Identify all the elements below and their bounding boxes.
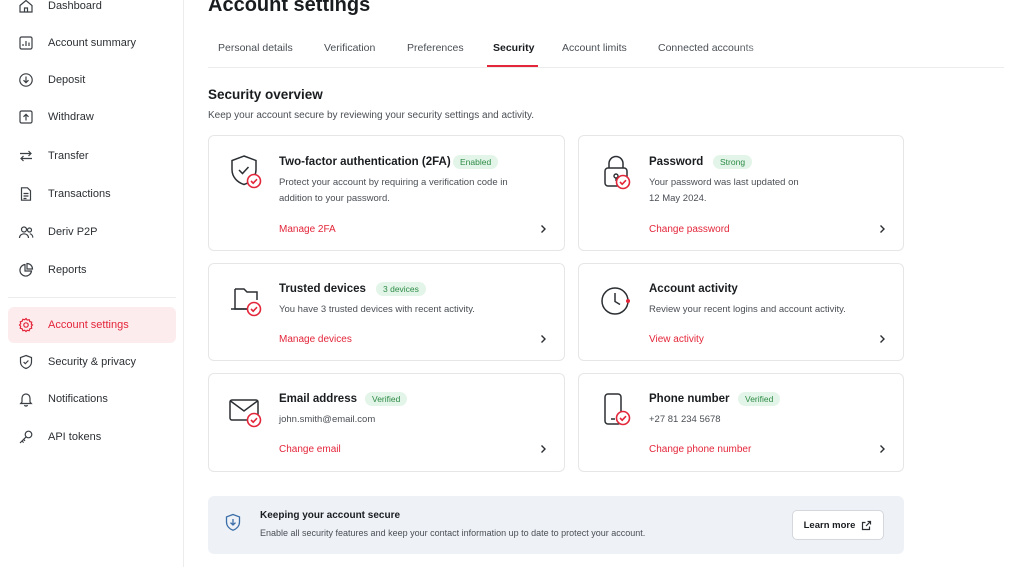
tab-verification[interactable]: Verification <box>324 42 375 54</box>
phone-value: +27 81 234 5678 <box>649 414 721 425</box>
sidebar-item-account-settings[interactable]: Account settings <box>8 307 176 343</box>
change-phone-link[interactable]: Change phone number <box>649 444 751 455</box>
sidebar-item-label: Deposit <box>48 74 86 86</box>
sidebar-item-deriv-p2p[interactable]: Deriv P2P <box>8 214 176 250</box>
manage-devices-link[interactable]: Manage devices <box>279 334 352 345</box>
card-two-factor[interactable]: Two-factor authentication (2FA) Enabled … <box>208 135 565 251</box>
chevron-right-icon[interactable] <box>538 224 548 234</box>
sidebar-item-label: Transactions <box>48 188 111 200</box>
external-link-icon <box>862 520 872 530</box>
sidebar-item-notifications[interactable]: Notifications <box>8 381 176 417</box>
tab-bar: Personal details Verification Preference… <box>208 32 1004 68</box>
page-title: Account settings <box>208 0 371 16</box>
sidebar-item-label: Deriv P2P <box>48 226 98 238</box>
sidebar-item-label: Withdraw <box>48 111 94 123</box>
manage-2fa-link[interactable]: Manage 2FA <box>279 224 336 235</box>
chevron-right-icon[interactable] <box>538 334 548 344</box>
banner-description: Enable all security features and keep yo… <box>260 528 646 538</box>
sidebar-item-transactions[interactable]: Transactions <box>8 176 176 212</box>
status-badge: Enabled <box>453 155 499 169</box>
sidebar-item-security-privacy[interactable]: Security & privacy <box>8 344 176 380</box>
card-title: Password <box>649 156 704 168</box>
gear-icon <box>18 317 34 333</box>
security-tip-banner: Keeping your account secure Enable all s… <box>208 496 904 554</box>
transfer-icon <box>20 150 32 162</box>
banner-title: Keeping your account secure <box>260 510 401 521</box>
sidebar-item-account-summary[interactable]: Account summary <box>8 25 176 61</box>
card-trusted-devices[interactable]: Trusted devices 3 devices You have 3 tru… <box>208 263 565 361</box>
sidebar-item-reports[interactable]: Reports <box>8 252 176 288</box>
change-password-link[interactable]: Change password <box>649 224 730 235</box>
verified-badge: Verified <box>365 392 408 406</box>
password-updated-text: Your password was last updated on <box>649 177 799 188</box>
home-icon <box>19 0 33 13</box>
card-phone-number[interactable]: Phone number Verified +27 81 234 5678 Ch… <box>578 373 904 472</box>
card-description: Your password was last updated on 12 May … <box>649 175 909 207</box>
tab-overflow-fade <box>738 32 798 66</box>
card-title: Trusted devices <box>279 283 366 295</box>
card-description: Review your recent logins and account ac… <box>649 304 846 315</box>
chart-icon <box>19 36 33 50</box>
sidebar-item-label: Dashboard <box>48 0 102 12</box>
phone-icon <box>604 393 631 426</box>
tab-personal-details[interactable]: Personal details <box>218 42 293 54</box>
sidebar-item-label: Account settings <box>48 319 129 331</box>
withdraw-icon <box>19 110 33 124</box>
device-count-badge: 3 devices <box>376 282 426 296</box>
chevron-right-icon[interactable] <box>877 444 887 454</box>
shield-download-icon <box>225 513 241 531</box>
clock-icon <box>601 287 630 315</box>
card-title: Phone number <box>649 393 730 405</box>
card-title: Two-factor authentication (2FA) <box>279 156 451 168</box>
view-activity-link[interactable]: View activity <box>649 334 704 345</box>
sidebar-item-label: Notifications <box>48 393 108 405</box>
key-icon <box>19 430 33 444</box>
chevron-right-icon[interactable] <box>538 444 548 454</box>
shield-icon <box>19 354 33 370</box>
shield-check-icon <box>231 155 262 189</box>
section-subtitle: Keep your account secure by reviewing yo… <box>208 110 535 121</box>
document-icon <box>20 187 32 201</box>
card-description: You have 3 trusted devices with recent a… <box>279 304 475 315</box>
pie-chart-icon <box>19 262 34 277</box>
email-value: john.smith@email.com <box>279 414 376 425</box>
padlock-icon <box>604 155 631 190</box>
sidebar-item-label: Security & privacy <box>48 356 137 368</box>
chevron-right-icon[interactable] <box>877 334 887 344</box>
sidebar-item-label: API tokens <box>48 431 102 443</box>
deposit-icon <box>19 73 33 87</box>
card-title: Email address <box>279 393 357 405</box>
users-icon <box>18 226 34 239</box>
devices-icon <box>231 288 262 317</box>
sidebar-divider <box>8 297 176 298</box>
sidebar-item-transfer[interactable]: Transfer <box>8 138 176 174</box>
envelope-icon <box>229 399 262 428</box>
card-password[interactable]: Password Strong Your password was last u… <box>578 135 904 251</box>
sidebar-item-dashboard[interactable]: Dashboard <box>8 0 176 24</box>
learn-more-label: Learn more <box>803 519 856 531</box>
sidebar-item-api-tokens[interactable]: API tokens <box>8 419 176 455</box>
change-email-link[interactable]: Change email <box>279 444 341 455</box>
sidebar: Dashboard Account summary Deposit Withdr… <box>0 0 184 567</box>
tab-account-limits[interactable]: Account limits <box>562 42 627 54</box>
password-updated-date: 12 May 2024. <box>649 193 707 204</box>
status-badge: Strong <box>713 155 753 169</box>
tab-preferences[interactable]: Preferences <box>407 42 464 54</box>
card-account-activity[interactable]: Account activity Review your recent logi… <box>578 263 904 361</box>
bell-icon <box>19 393 33 407</box>
sidebar-item-deposit[interactable]: Deposit <box>8 62 176 98</box>
sidebar-item-label: Reports <box>48 264 87 276</box>
card-email-address[interactable]: Email address Verified john.smith@email.… <box>208 373 565 472</box>
sidebar-item-withdraw[interactable]: Withdraw <box>8 99 176 135</box>
sidebar-item-label: Transfer <box>48 150 89 162</box>
section-title: Security overview <box>208 87 323 102</box>
chevron-right-icon[interactable] <box>877 224 887 234</box>
tab-security[interactable]: Security <box>493 42 534 54</box>
learn-more-button[interactable]: Learn more <box>792 510 884 540</box>
card-description: Protect your account by requiring a veri… <box>279 177 508 204</box>
sidebar-item-label: Account summary <box>48 37 137 49</box>
active-tab-indicator <box>487 65 538 67</box>
verified-badge: Verified <box>738 392 781 406</box>
card-title: Account activity <box>649 283 738 295</box>
